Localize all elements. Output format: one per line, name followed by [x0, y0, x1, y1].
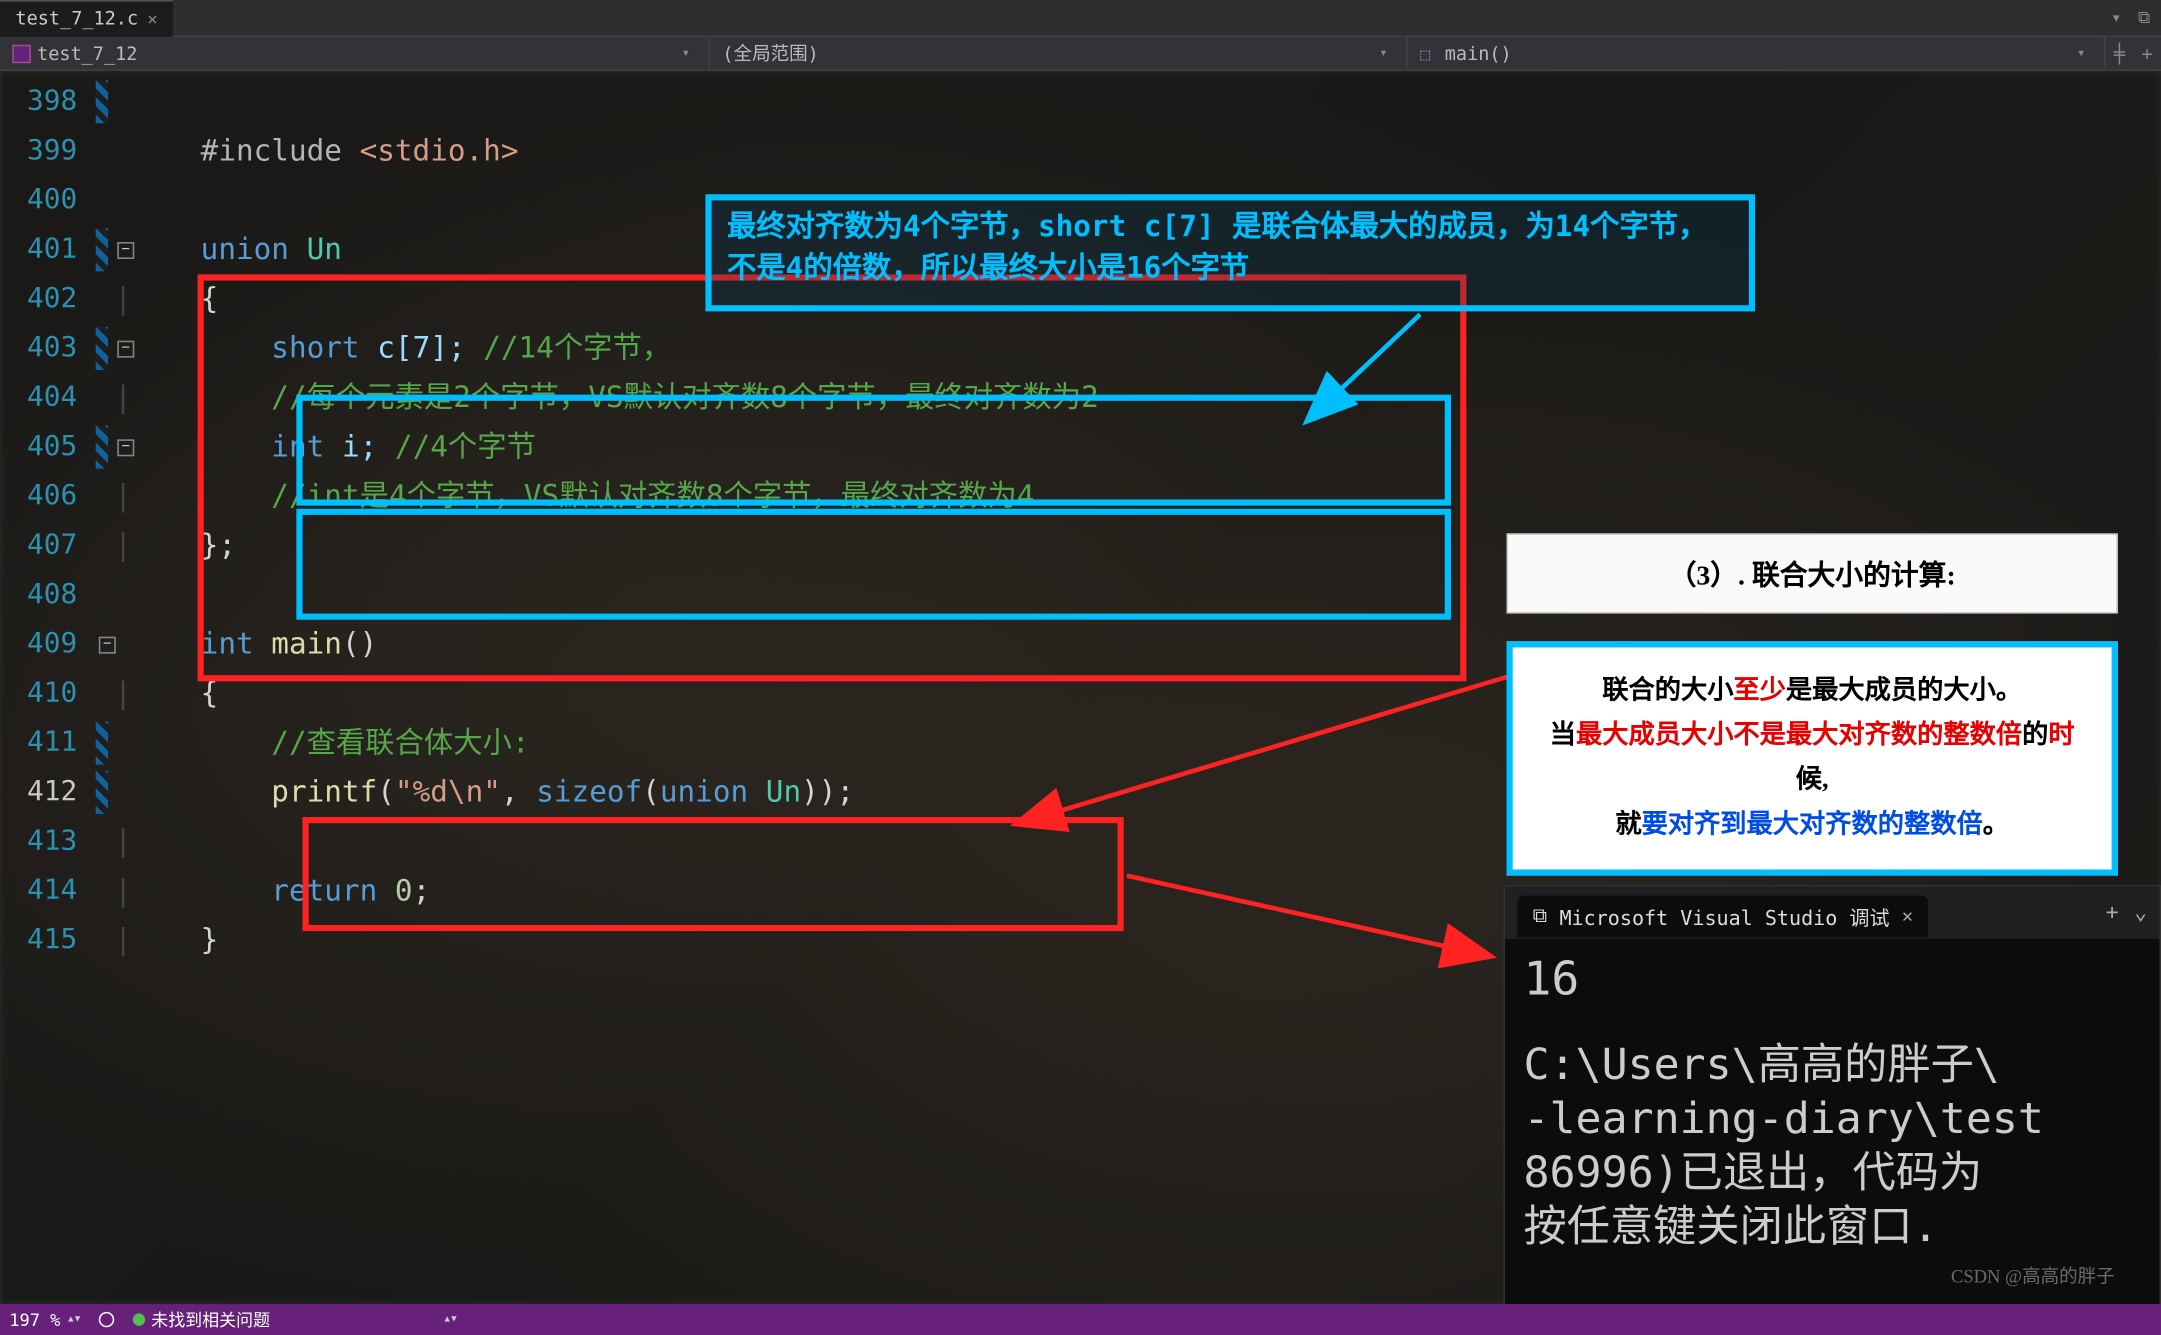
change-indicator	[96, 80, 108, 123]
nav-scope-label: (全局范围)	[722, 40, 818, 66]
line-number: 413	[0, 817, 93, 866]
change-indicator	[96, 327, 108, 370]
editor[interactable]: 398 399#include <stdio.h> 400 401−union …	[0, 71, 2161, 1304]
code-area[interactable]: 398 399#include <stdio.h> 400 401−union …	[0, 71, 2161, 971]
nav-scope[interactable]: (全局范围) ▾	[710, 37, 1408, 69]
line-number: 406	[0, 472, 93, 521]
nav-symbol-label: main()	[1445, 42, 1512, 64]
new-tab-icon[interactable]: +	[2106, 900, 2119, 925]
line-number: 404	[0, 373, 93, 422]
line-number: 399	[0, 126, 93, 175]
close-icon[interactable]: ✕	[147, 8, 157, 28]
terminal-title: Microsoft Visual Studio 调试	[1559, 901, 1889, 930]
line-number: 415	[0, 916, 93, 965]
nav-split-icon[interactable]: ╪	[2105, 42, 2133, 64]
fold-icon[interactable]: −	[117, 241, 134, 258]
nav-project[interactable]: test_7_12 ▾	[0, 37, 710, 69]
feedback-icon[interactable]	[99, 1312, 114, 1327]
popout-icon[interactable]: ⧉	[2133, 7, 2155, 29]
issues-status[interactable]: 未找到相关问题	[133, 1307, 270, 1332]
terminal-output: 16 C:\Users\高高的胖子\ -learning-diary\test …	[1505, 939, 2159, 1265]
line-number: 400	[0, 176, 93, 225]
nav-bar: test_7_12 ▾ (全局范围) ▾ ⬚ main() ▾ ╪ +	[0, 37, 2161, 71]
line-number: 401	[0, 225, 93, 274]
change-indicator	[96, 771, 108, 814]
nav-symbol[interactable]: ⬚ main() ▾	[1408, 37, 2106, 69]
debug-console[interactable]: ⧉ Microsoft Visual Studio 调试 ✕ + ⌄ 16 C:…	[1503, 885, 2161, 1304]
terminal-tab[interactable]: ⧉ Microsoft Visual Studio 调试 ✕	[1517, 895, 1928, 937]
line-number: 412	[0, 768, 93, 817]
watermark: CSDN @高高的胖子	[1951, 1263, 2115, 1289]
status-bar: 197 % ▴▾ 未找到相关问题 ▴▾	[0, 1304, 2161, 1335]
line-number: 409	[0, 620, 93, 669]
tab-bar: test_7_12.c ✕ ▾ ⧉	[0, 0, 2161, 37]
nav-plus-icon[interactable]: +	[2133, 42, 2161, 64]
line-number: 414	[0, 866, 93, 915]
line-number: 405	[0, 422, 93, 471]
terminal-titlebar: ⧉ Microsoft Visual Studio 调试 ✕ + ⌄	[1505, 886, 2159, 938]
close-icon[interactable]: ✕	[1902, 905, 1913, 927]
fold-icon[interactable]: −	[99, 636, 116, 653]
cube-icon: ⬚	[1420, 44, 1439, 62]
line-number: 411	[0, 718, 93, 767]
change-indicator	[96, 721, 108, 764]
status-spinner-icon[interactable]: ▴▾	[443, 1312, 457, 1327]
fold-icon[interactable]: −	[117, 439, 134, 456]
zoom-level[interactable]: 197 % ▴▾	[9, 1310, 80, 1330]
change-indicator	[96, 228, 108, 271]
nav-project-label: test_7_12	[37, 42, 137, 64]
terminal-icon: ⧉	[1533, 904, 1547, 927]
line-number: 403	[0, 324, 93, 373]
line-number: 410	[0, 669, 93, 718]
zoom-spinner-icon[interactable]: ▴▾	[67, 1312, 81, 1327]
chevron-down-icon[interactable]: ⌄	[2134, 900, 2147, 925]
fold-icon[interactable]: −	[117, 340, 134, 357]
line-number: 407	[0, 521, 93, 570]
line-number: 402	[0, 274, 93, 323]
project-icon	[12, 44, 31, 62]
file-tab[interactable]: test_7_12.c ✕	[0, 0, 173, 36]
dropdown-icon[interactable]: ▾	[2105, 7, 2127, 29]
file-tab-label: test_7_12.c	[15, 8, 138, 30]
line-number: 408	[0, 570, 93, 619]
line-number: 398	[0, 77, 93, 126]
change-indicator	[96, 425, 108, 468]
